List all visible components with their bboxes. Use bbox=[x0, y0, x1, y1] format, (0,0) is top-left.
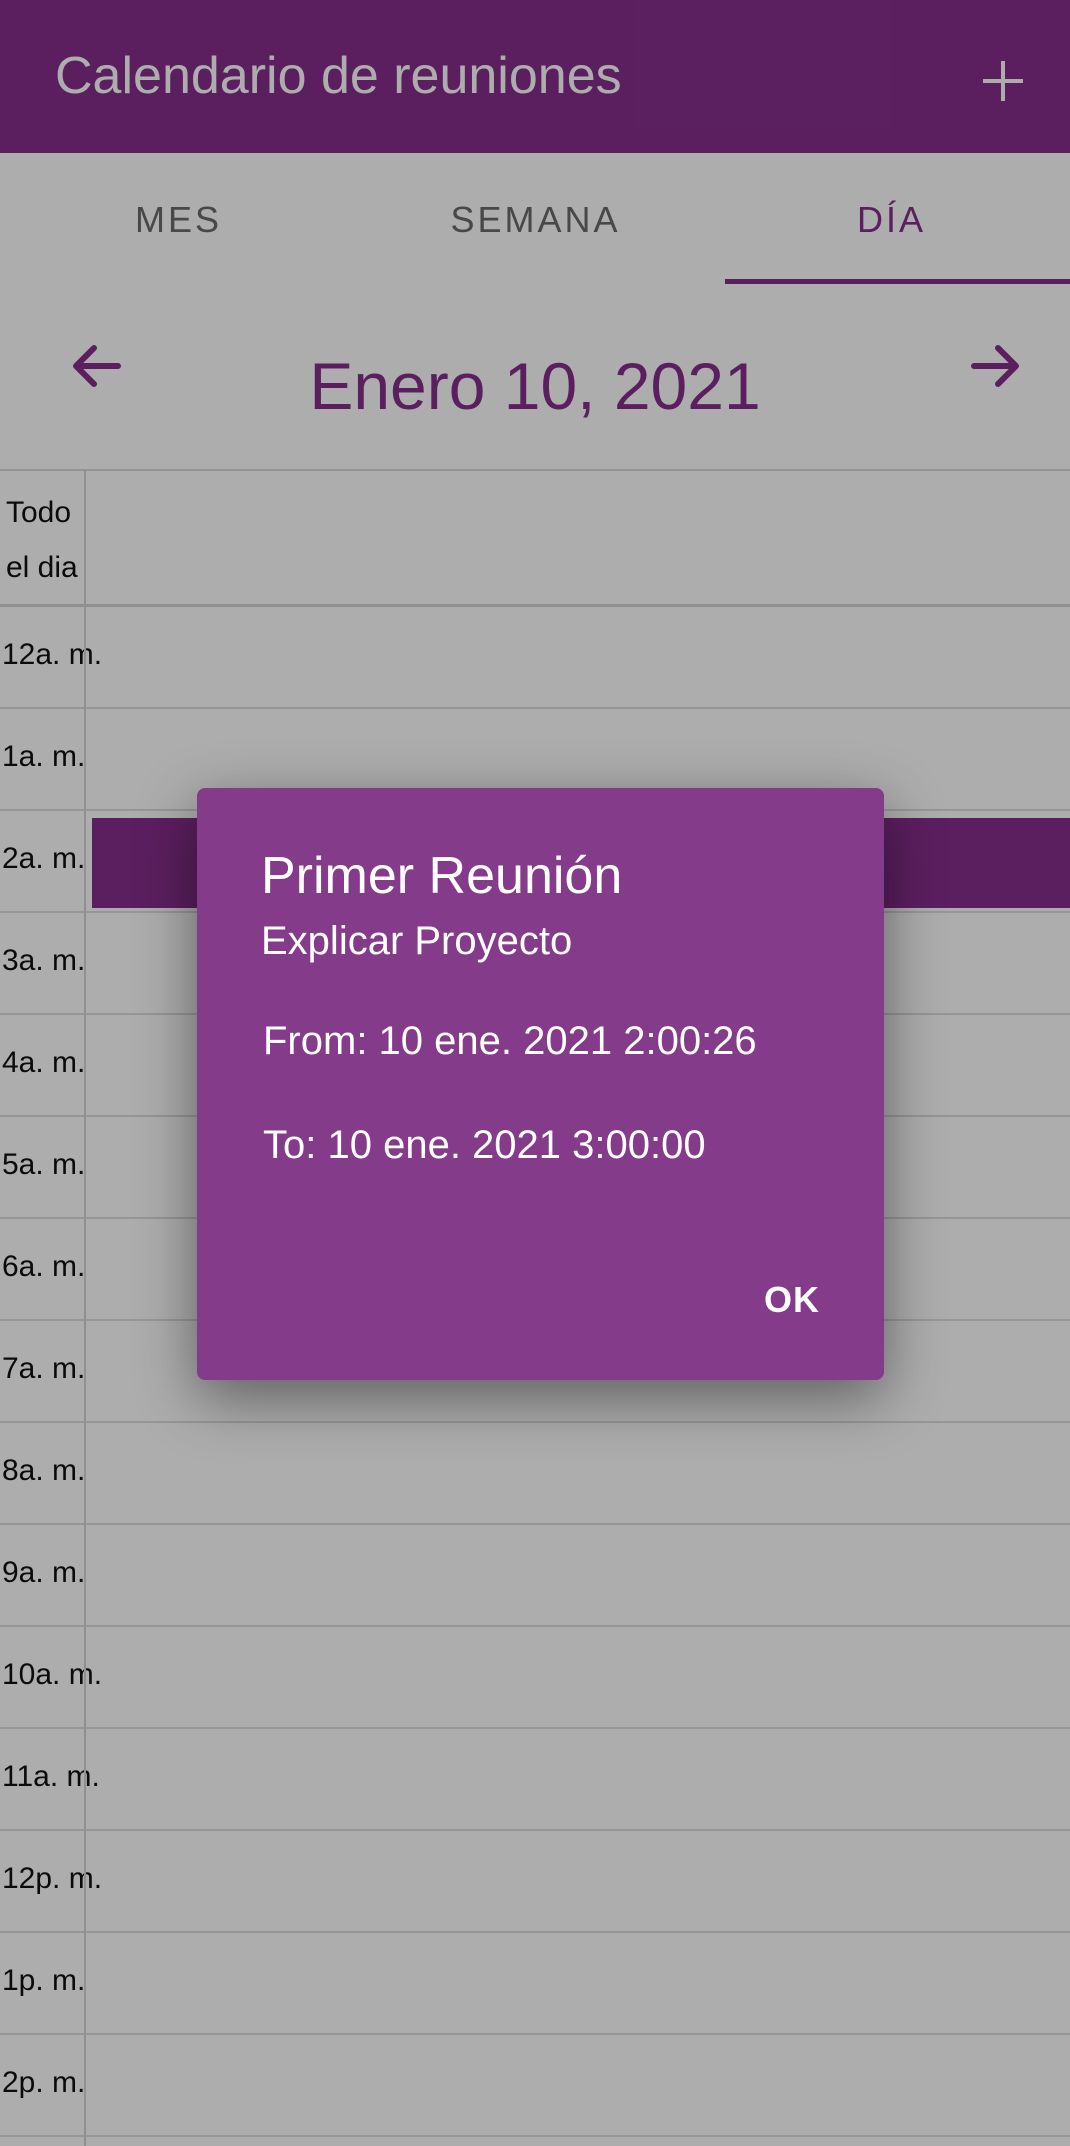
event-end-time: To: 10 ene. 2021 3:00:00 bbox=[263, 1123, 706, 1167]
dialog-subtitle: Explicar Proyecto bbox=[261, 919, 573, 963]
ok-button[interactable]: OK bbox=[737, 1268, 847, 1332]
event-detail-dialog: Primer Reunión Explicar Proyecto From: 1… bbox=[197, 788, 884, 1380]
event-start-time: From: 10 ene. 2021 2:00:26 bbox=[263, 1019, 757, 1063]
dialog-title: Primer Reunión bbox=[261, 847, 623, 905]
screen: Calendario de reuniones MES SEMANA DÍA E… bbox=[0, 0, 1070, 2146]
